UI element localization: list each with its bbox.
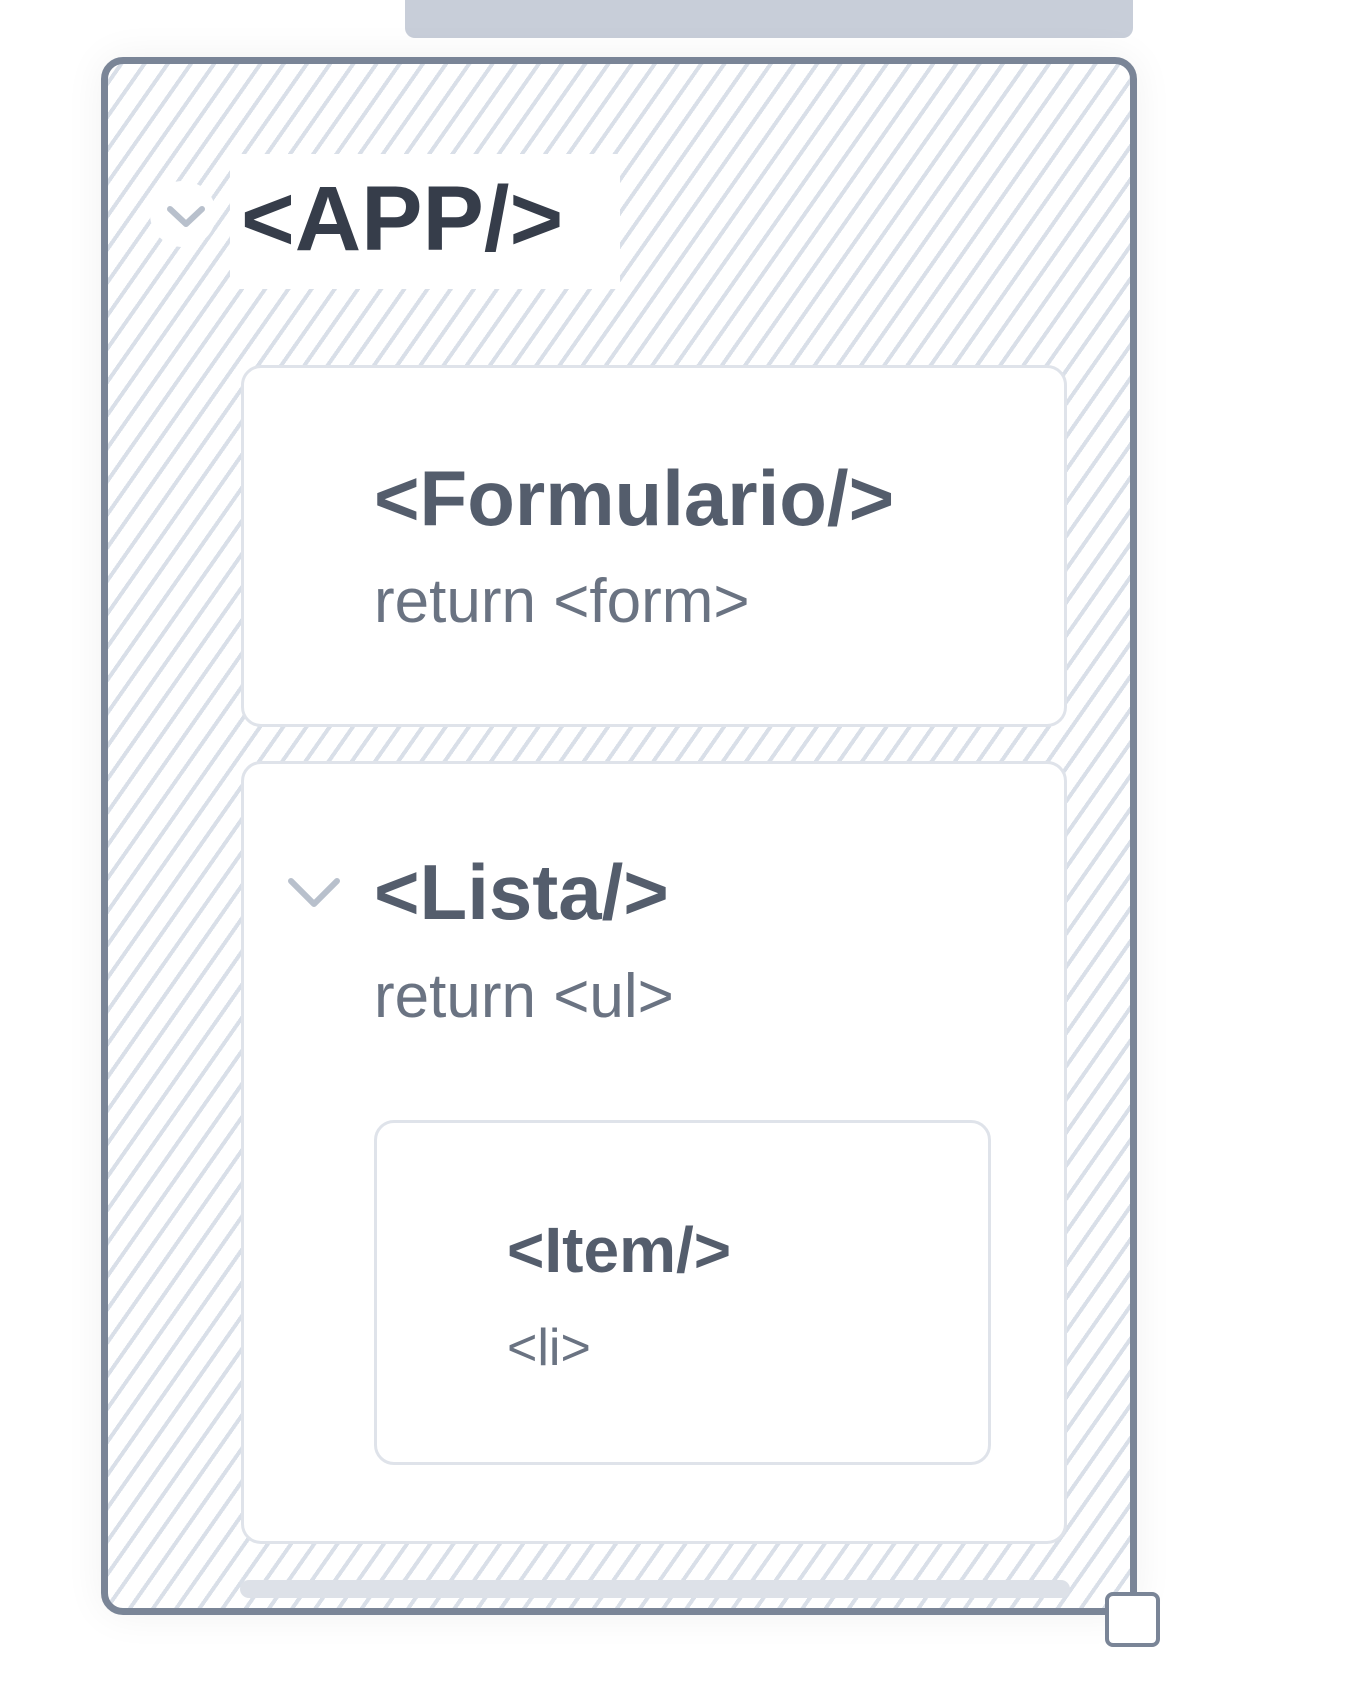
formulario-title: <Formulario/> [374,454,895,542]
app-title: <APP/> [241,168,564,270]
app-collapse-toggle[interactable] [150,181,216,247]
item-title: <Item/> [507,1214,732,1286]
chevron-down-icon[interactable] [286,876,342,910]
formulario-subtitle: return <form> [374,567,750,636]
formulario-card[interactable]: <Formulario/> return <form> [241,365,1067,727]
lista-card[interactable]: <Lista/> return <ul> <Item/> <li> [241,761,1067,1544]
resize-handle[interactable] [1105,1592,1160,1647]
item-card[interactable]: <Item/> <li> [374,1120,991,1465]
lista-title: <Lista/> [374,848,669,936]
horizontal-scrollbar[interactable] [240,1580,1070,1598]
item-subtitle: <li> [507,1319,591,1377]
top-bar [405,0,1133,38]
lista-subtitle: return <ul> [374,962,674,1031]
app-component-frame: <APP/> <Formulario/> return <form> <List… [101,57,1137,1615]
chevron-down-icon [167,206,205,227]
